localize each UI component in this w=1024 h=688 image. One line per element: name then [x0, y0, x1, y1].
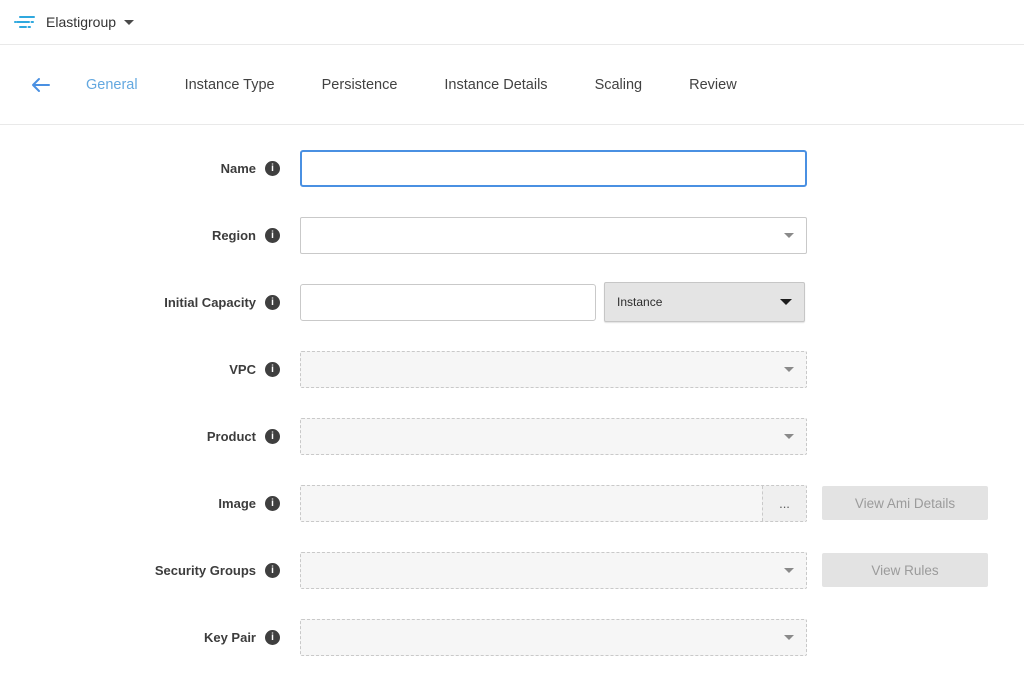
region-select[interactable]	[300, 217, 807, 254]
region-label: Region	[212, 228, 256, 243]
info-icon[interactable]: i	[265, 563, 280, 578]
capacity-unit-select[interactable]: Instance	[604, 282, 805, 322]
form-row-security-groups: Security Groups i View Rules	[0, 551, 1024, 589]
key-pair-label: Key Pair	[204, 630, 256, 645]
chevron-down-icon	[784, 367, 794, 372]
tab-review[interactable]: Review	[689, 77, 737, 93]
product-label: Product	[207, 429, 256, 444]
security-groups-label: Security Groups	[155, 563, 256, 578]
chevron-down-icon	[784, 635, 794, 640]
browse-image-button[interactable]: ...	[762, 486, 806, 521]
tab-scaling[interactable]: Scaling	[595, 77, 643, 93]
capacity-unit-value: Instance	[617, 295, 662, 309]
tab-persistence[interactable]: Persistence	[322, 77, 398, 93]
info-icon[interactable]: i	[265, 295, 280, 310]
chevron-down-icon	[784, 568, 794, 573]
form-row-vpc: VPC i	[0, 350, 1024, 388]
initial-capacity-label: Initial Capacity	[164, 295, 256, 310]
chevron-down-icon	[784, 434, 794, 439]
elastigroup-logo-icon	[14, 14, 36, 30]
tabs: General Instance Type Persistence Instan…	[86, 77, 737, 93]
image-label: Image	[218, 496, 256, 511]
general-form: Name i Region i Initial Capacity i Inst	[0, 125, 1024, 656]
key-pair-select	[300, 619, 807, 656]
name-input[interactable]	[300, 150, 807, 187]
tab-instance-type[interactable]: Instance Type	[185, 77, 275, 93]
form-row-key-pair: Key Pair i	[0, 618, 1024, 656]
tab-general[interactable]: General	[86, 77, 138, 93]
back-button[interactable]	[22, 67, 58, 103]
name-label: Name	[221, 161, 256, 176]
form-row-initial-capacity: Initial Capacity i Instance	[0, 283, 1024, 321]
form-row-product: Product i	[0, 417, 1024, 455]
brand-name[interactable]: Elastigroup	[46, 14, 116, 30]
wizard-tab-bar: General Instance Type Persistence Instan…	[0, 45, 1024, 125]
vpc-select	[300, 351, 807, 388]
top-bar: Elastigroup	[0, 0, 1024, 45]
chevron-down-icon	[780, 299, 792, 305]
product-select	[300, 418, 807, 455]
form-row-region: Region i	[0, 216, 1024, 254]
info-icon[interactable]: i	[265, 429, 280, 444]
vpc-label: VPC	[229, 362, 256, 377]
info-icon[interactable]: i	[265, 228, 280, 243]
info-icon[interactable]: i	[265, 362, 280, 377]
info-icon[interactable]: i	[265, 630, 280, 645]
security-groups-select	[300, 552, 807, 589]
info-icon[interactable]: i	[265, 161, 280, 176]
tab-instance-details[interactable]: Instance Details	[444, 77, 547, 93]
form-row-name: Name i	[0, 149, 1024, 187]
view-ami-details-button[interactable]: View Ami Details	[822, 486, 988, 520]
image-field: ...	[300, 485, 807, 522]
view-rules-button[interactable]: View Rules	[822, 553, 988, 587]
chevron-down-icon	[784, 233, 794, 238]
form-row-image: Image i ... View Ami Details	[0, 484, 1024, 522]
initial-capacity-input[interactable]	[300, 284, 596, 321]
info-icon[interactable]: i	[265, 496, 280, 511]
chevron-down-icon[interactable]	[124, 20, 134, 25]
back-arrow-icon	[31, 77, 50, 93]
